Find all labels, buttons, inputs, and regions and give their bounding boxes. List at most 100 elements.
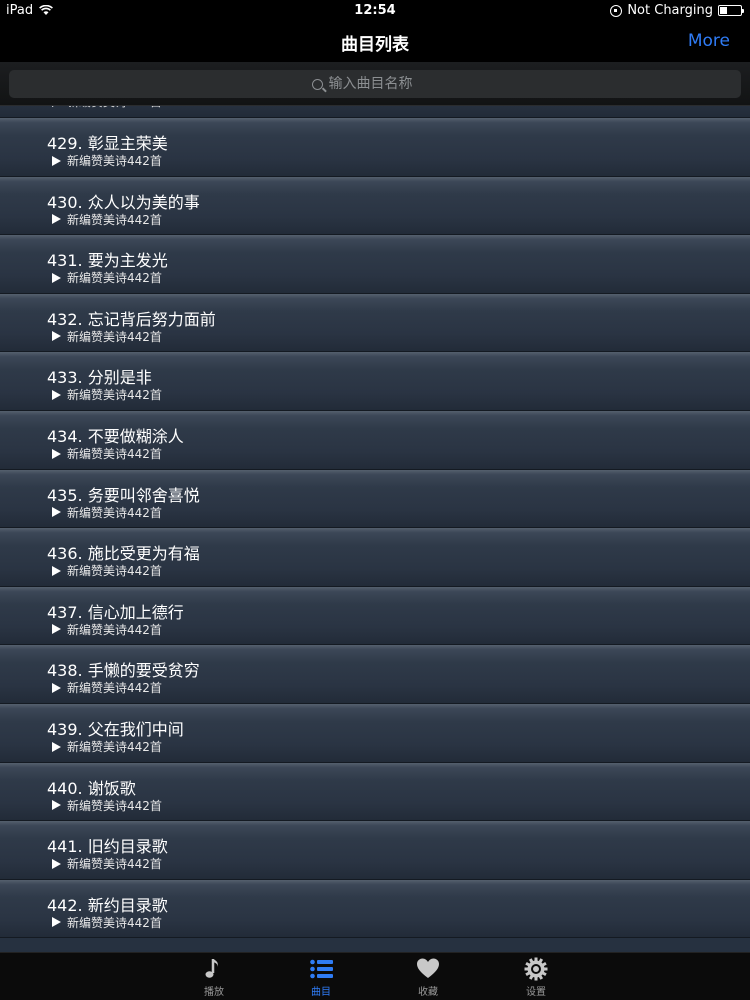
song-subtitle-row: 新编赞美诗442首 bbox=[52, 679, 162, 696]
gear-icon bbox=[524, 957, 548, 981]
song-subtitle: 新编赞美诗442首 bbox=[67, 915, 162, 930]
tab-label: 播放 bbox=[204, 987, 224, 998]
tab-settings[interactable]: 设置 bbox=[506, 953, 566, 1000]
song-subtitle-row: 新编赞美诗442首 bbox=[52, 106, 162, 110]
song-title: 436. 施比受更为有福 bbox=[47, 544, 200, 564]
song-row[interactable]: 433. 分别是非 新编赞美诗442首 bbox=[0, 352, 750, 411]
tab-label: 曲目 bbox=[311, 987, 331, 998]
play-arrow-icon bbox=[52, 106, 61, 107]
song-row[interactable]: 437. 信心加上德行 新编赞美诗442首 bbox=[0, 586, 750, 646]
song-title: 438. 手懒的要受贫穷 bbox=[47, 661, 200, 681]
music-note-icon bbox=[202, 957, 226, 981]
song-subtitle: 新编赞美诗442首 bbox=[67, 622, 162, 637]
song-subtitle-row: 新编赞美诗442首 bbox=[52, 211, 162, 228]
song-title: 433. 分别是非 bbox=[47, 368, 152, 388]
song-title: 435. 务要叫邻舍喜悦 bbox=[47, 485, 200, 505]
song-subtitle: 新编赞美诗442首 bbox=[67, 681, 162, 696]
song-subtitle-row: 新编赞美诗442首 bbox=[52, 269, 162, 286]
heart-icon bbox=[416, 957, 440, 981]
song-subtitle: 新编赞美诗442首 bbox=[67, 154, 162, 168]
song-row[interactable]: 440. 谢饭歌 新编赞美诗442首 bbox=[0, 762, 750, 822]
song-subtitle: 新编赞美诗442首 bbox=[67, 271, 162, 286]
song-title: 437. 信心加上德行 bbox=[47, 602, 184, 622]
play-arrow-icon bbox=[52, 272, 61, 283]
song-row[interactable]: 432. 忘记背后努力面前 新编赞美诗442首 bbox=[0, 293, 750, 353]
play-arrow-icon bbox=[52, 741, 61, 752]
song-subtitle-row: 新编赞美诗442首 bbox=[52, 504, 162, 521]
song-list[interactable]: 新编赞美诗442首429. 彰显主荣美新编赞美诗442首430. 众人以为美的事… bbox=[0, 106, 750, 952]
song-row[interactable]: 431. 要为主发光 新编赞美诗442首 bbox=[0, 235, 750, 294]
song-row[interactable]: 430. 众人以为美的事 新编赞美诗442首 bbox=[0, 176, 750, 236]
song-row[interactable]: 429. 彰显主荣美 新编赞美诗442首 bbox=[0, 118, 750, 177]
song-row[interactable]: 439. 父在我们中间 新编赞美诗442首 bbox=[0, 704, 750, 763]
song-subtitle: 新编赞美诗442首 bbox=[67, 857, 162, 872]
tab-tracks[interactable]: 曲目 bbox=[291, 953, 351, 1000]
search-input[interactable] bbox=[328, 76, 439, 92]
song-row[interactable]: 434. 不要做糊涂人 新编赞美诗442首 bbox=[0, 411, 750, 470]
tab-play[interactable]: 播放 bbox=[184, 953, 244, 1000]
list-icon bbox=[309, 957, 333, 981]
song-title: 439. 父在我们中间 bbox=[47, 720, 184, 739]
play-arrow-icon bbox=[52, 155, 61, 166]
search-bar bbox=[0, 62, 750, 106]
song-title: 442. 新约目录歌 bbox=[47, 895, 168, 915]
status-bar: iPad 12:54 Not Charging bbox=[0, 0, 750, 22]
song-subtitle: 新编赞美诗442首 bbox=[67, 447, 162, 461]
song-subtitle-row: 新编赞美诗442首 bbox=[52, 445, 162, 462]
song-subtitle: 新编赞美诗442首 bbox=[67, 505, 162, 520]
song-subtitle-row: 新编赞美诗442首 bbox=[52, 914, 162, 931]
play-arrow-icon bbox=[52, 624, 61, 635]
play-arrow-icon bbox=[52, 507, 61, 518]
play-arrow-icon bbox=[52, 565, 61, 576]
song-subtitle: 新编赞美诗442首 bbox=[67, 798, 162, 813]
song-subtitle-row: 新编赞美诗442首 bbox=[52, 152, 162, 169]
tab-favorites[interactable]: 收藏 bbox=[398, 953, 458, 1000]
battery-icon bbox=[718, 5, 744, 16]
song-subtitle: 新编赞美诗442首 bbox=[67, 740, 162, 754]
song-subtitle-row: 新编赞美诗442首 bbox=[52, 797, 162, 814]
charging-status: Not Charging bbox=[627, 3, 713, 18]
song-title: 440. 谢饭歌 bbox=[47, 778, 136, 798]
play-arrow-icon bbox=[52, 214, 61, 225]
song-subtitle-row: 新编赞美诗442首 bbox=[52, 855, 162, 872]
rotation-lock-icon bbox=[610, 4, 623, 17]
song-title: 441. 旧约目录歌 bbox=[47, 837, 168, 857]
song-subtitle-row: 新编赞美诗442首 bbox=[52, 328, 162, 345]
play-arrow-icon bbox=[52, 917, 61, 928]
song-subtitle: 新编赞美诗442首 bbox=[67, 212, 162, 227]
song-title: 432. 忘记背后努力面前 bbox=[47, 309, 216, 329]
song-subtitle-row: 新编赞美诗442首 bbox=[52, 386, 162, 403]
search-field[interactable] bbox=[9, 70, 741, 98]
search-icon bbox=[311, 78, 323, 90]
play-arrow-icon bbox=[52, 682, 61, 693]
tab-bar: 播放 曲目 收藏 设置 bbox=[0, 952, 750, 1000]
play-arrow-icon bbox=[52, 858, 61, 869]
tab-label: 设置 bbox=[526, 987, 546, 998]
song-row[interactable]: 新编赞美诗442首 bbox=[0, 106, 750, 118]
play-arrow-icon bbox=[52, 800, 61, 811]
song-row[interactable]: 438. 手懒的要受贫穷 新编赞美诗442首 bbox=[0, 645, 750, 704]
song-subtitle: 新编赞美诗442首 bbox=[67, 329, 162, 344]
page-title: 曲目列表 bbox=[341, 35, 409, 55]
song-row[interactable]: 441. 旧约目录歌 新编赞美诗442首 bbox=[0, 821, 750, 880]
song-subtitle-row: 新编赞美诗442首 bbox=[52, 562, 162, 579]
song-row[interactable]: 435. 务要叫邻舍喜悦 新编赞美诗442首 bbox=[0, 469, 750, 529]
song-title: 429. 彰显主荣美 bbox=[47, 134, 168, 153]
song-title: 434. 不要做糊涂人 bbox=[47, 427, 184, 446]
song-row[interactable]: 442. 新约目录歌 新编赞美诗442首 bbox=[0, 879, 750, 939]
status-right: Not Charging bbox=[610, 3, 744, 18]
navigation-bar: 曲目列表 More bbox=[0, 22, 750, 62]
more-button[interactable]: More bbox=[688, 31, 730, 51]
song-title: 430. 众人以为美的事 bbox=[47, 192, 200, 212]
play-arrow-icon bbox=[52, 448, 61, 459]
song-subtitle: 新编赞美诗442首 bbox=[67, 106, 162, 110]
song-row[interactable]: 436. 施比受更为有福 新编赞美诗442首 bbox=[0, 528, 750, 587]
song-subtitle-row: 新编赞美诗442首 bbox=[52, 621, 162, 638]
song-subtitle-row: 新编赞美诗442首 bbox=[52, 738, 162, 755]
song-title: 431. 要为主发光 bbox=[47, 251, 168, 271]
play-arrow-icon bbox=[52, 389, 61, 400]
song-subtitle: 新编赞美诗442首 bbox=[67, 388, 162, 403]
play-arrow-icon bbox=[52, 331, 61, 342]
song-subtitle: 新编赞美诗442首 bbox=[67, 564, 162, 579]
tab-label: 收藏 bbox=[418, 987, 438, 998]
